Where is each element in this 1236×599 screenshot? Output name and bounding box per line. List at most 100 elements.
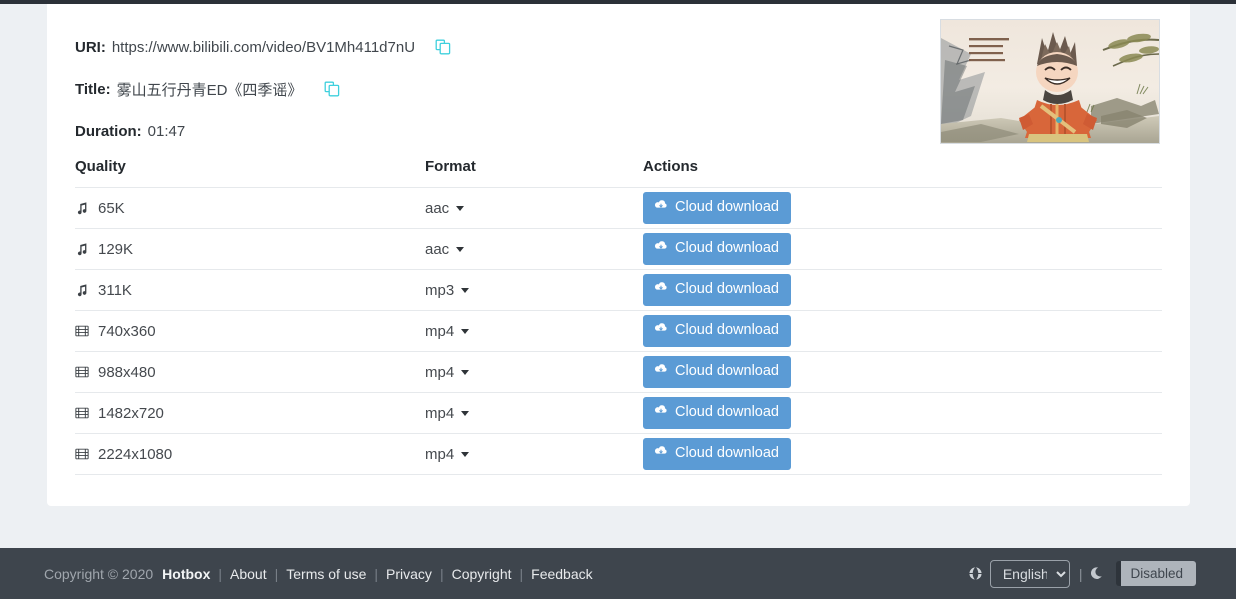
quality-label: 65K: [98, 199, 125, 217]
chevron-down-icon[interactable]: [461, 451, 470, 457]
quality-label: 2224x1080: [98, 445, 173, 463]
format-label: aac: [425, 199, 450, 217]
cloud-download-button[interactable]: Cloud download: [643, 356, 791, 388]
cloud-download-button[interactable]: Cloud download: [643, 233, 791, 265]
footer-link-terms[interactable]: Terms of use: [286, 566, 366, 582]
format-label: mp4: [425, 363, 455, 381]
uri-label: URI:: [75, 38, 106, 56]
footer-vertical-separator: |: [1078, 565, 1083, 582]
chevron-down-icon[interactable]: [461, 287, 470, 293]
cloud-download-button[interactable]: Cloud download: [643, 274, 791, 306]
downloads-table: Quality Format Actions 65K aac Cloud downl…: [75, 158, 1162, 475]
format-label: mp4: [425, 404, 455, 422]
table-row: 65K aac Cloud download: [75, 187, 1162, 229]
cloud-download-icon: [654, 321, 668, 340]
cloud-download-label: Cloud download: [675, 281, 779, 298]
film-icon: [75, 324, 89, 338]
quality-cell: 2224x1080: [75, 433, 425, 475]
theme-toggle-button[interactable]: Disabled: [1116, 561, 1196, 586]
header-format: Format: [425, 158, 643, 188]
quality-label: 311K: [98, 281, 132, 299]
moon-icon[interactable]: [1091, 566, 1106, 581]
chevron-down-icon[interactable]: [461, 410, 470, 416]
format-cell[interactable]: aac: [425, 187, 643, 229]
duration-label: Duration:: [75, 122, 142, 140]
format-cell[interactable]: mp4: [425, 351, 643, 393]
cloud-download-label: Cloud download: [675, 240, 779, 257]
footer-link-feedback[interactable]: Feedback: [531, 566, 592, 582]
footer-separator: |: [218, 565, 223, 582]
duration-value: 01:47: [147, 122, 186, 140]
music-note-icon: [75, 283, 89, 297]
cloud-download-label: Cloud download: [675, 445, 779, 462]
cloud-download-icon: [654, 403, 668, 422]
quality-cell: 988x480: [75, 351, 425, 393]
quality-label: 740x360: [98, 322, 156, 340]
uri-value: https://www.bilibili.com/video/BV1Mh411d…: [111, 38, 416, 56]
table-header-row: Quality Format Actions: [75, 158, 1162, 188]
quality-cell: 65K: [75, 187, 425, 229]
film-icon: [75, 406, 89, 420]
footer-controls: English | Disabled: [968, 559, 1196, 588]
quality-cell: 129K: [75, 228, 425, 270]
table-row: 2224x1080 mp4 Cloud download: [75, 433, 1162, 475]
format-label: mp4: [425, 322, 455, 340]
cloud-download-icon: [654, 198, 668, 217]
chevron-down-icon[interactable]: [456, 205, 465, 211]
header-actions: Actions: [643, 158, 1162, 188]
footer-separator: |: [439, 565, 444, 582]
footer-separator: |: [374, 565, 379, 582]
actions-cell: Cloud download: [643, 187, 1162, 229]
quality-label: 988x480: [98, 363, 156, 381]
actions-cell: Cloud download: [643, 351, 1162, 393]
title-value: 雾山五行丹青ED《四季谣》: [116, 81, 303, 99]
format-cell[interactable]: mp3: [425, 269, 643, 311]
language-select[interactable]: English: [989, 559, 1070, 588]
footer-link-hotbox[interactable]: Hotbox: [162, 566, 210, 582]
table-row: 740x360 mp4 Cloud download: [75, 310, 1162, 352]
footer-link-copyright[interactable]: Copyright: [452, 566, 512, 582]
table-row: 1482x720 mp4 Cloud download: [75, 392, 1162, 434]
copy-icon[interactable]: [435, 39, 451, 55]
site-footer: Copyright © 2020 Hotbox | About | Terms …: [0, 548, 1236, 599]
video-thumbnail: [940, 19, 1160, 144]
cloud-download-button[interactable]: Cloud download: [643, 397, 791, 429]
copyright-text: Copyright © 2020: [44, 565, 154, 582]
table-row: 988x480 mp4 Cloud download: [75, 351, 1162, 393]
music-note-icon: [75, 201, 89, 215]
quality-cell: 311K: [75, 269, 425, 311]
footer-link-about[interactable]: About: [230, 566, 267, 582]
footer-links: Copyright © 2020 Hotbox | About | Terms …: [44, 566, 593, 582]
chevron-down-icon[interactable]: [456, 246, 465, 252]
cloud-download-button[interactable]: Cloud download: [643, 192, 791, 224]
chevron-down-icon[interactable]: [461, 369, 470, 375]
title-label: Title:: [75, 80, 111, 98]
actions-cell: Cloud download: [643, 392, 1162, 434]
cloud-download-icon: [654, 444, 668, 463]
footer-separator: |: [274, 565, 279, 582]
actions-cell: Cloud download: [643, 433, 1162, 475]
chevron-down-icon[interactable]: [461, 328, 470, 334]
table-row: 311K mp3 Cloud download: [75, 269, 1162, 311]
cloud-download-label: Cloud download: [675, 363, 779, 380]
cloud-download-icon: [654, 280, 668, 299]
quality-cell: 1482x720: [75, 392, 425, 434]
actions-cell: Cloud download: [643, 310, 1162, 352]
actions-cell: Cloud download: [643, 228, 1162, 270]
cloud-download-icon: [654, 239, 668, 258]
footer-link-privacy[interactable]: Privacy: [386, 566, 432, 582]
cloud-download-button[interactable]: Cloud download: [643, 438, 791, 470]
format-cell[interactable]: aac: [425, 228, 643, 270]
format-cell[interactable]: mp4: [425, 392, 643, 434]
cloud-download-label: Cloud download: [675, 199, 779, 216]
format-label: mp3: [425, 281, 455, 299]
film-icon: [75, 447, 89, 461]
content-card: URI: https://www.bilibili.com/video/BV1M…: [47, 4, 1190, 506]
cloud-download-label: Cloud download: [675, 404, 779, 421]
quality-label: 1482x720: [98, 404, 164, 422]
globe-icon: [968, 566, 983, 581]
copy-icon[interactable]: [324, 81, 340, 97]
format-cell[interactable]: mp4: [425, 433, 643, 475]
format-cell[interactable]: mp4: [425, 310, 643, 352]
cloud-download-button[interactable]: Cloud download: [643, 315, 791, 347]
